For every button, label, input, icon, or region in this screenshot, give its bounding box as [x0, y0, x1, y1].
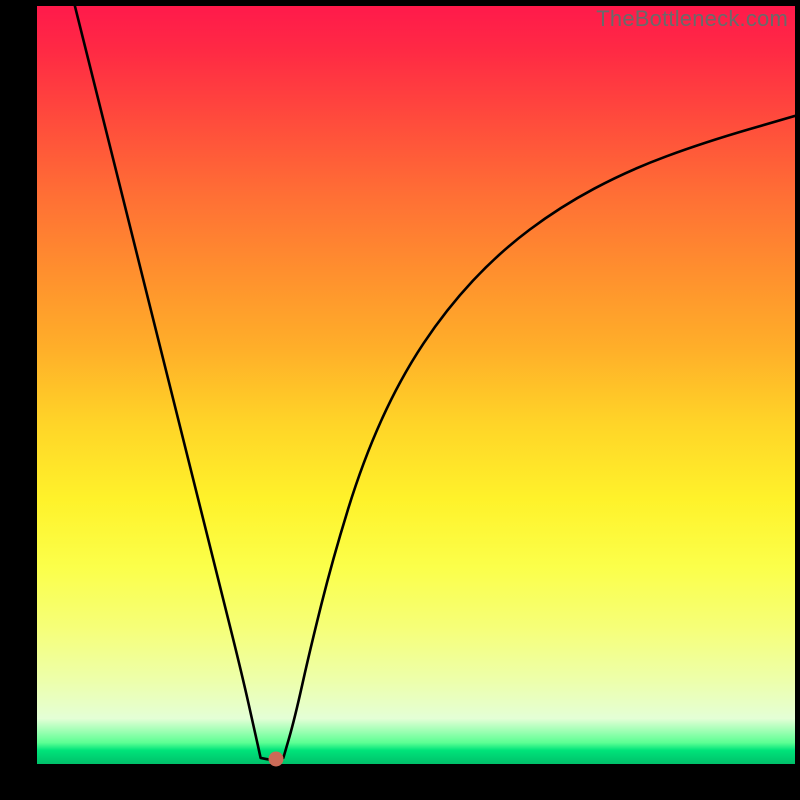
chart-plot-area: TheBottleneck.com — [37, 6, 795, 764]
bottleneck-curve — [37, 6, 795, 764]
optimum-marker — [268, 752, 283, 767]
curve-path — [75, 6, 795, 760]
chart-stage: TheBottleneck.com — [0, 0, 800, 800]
